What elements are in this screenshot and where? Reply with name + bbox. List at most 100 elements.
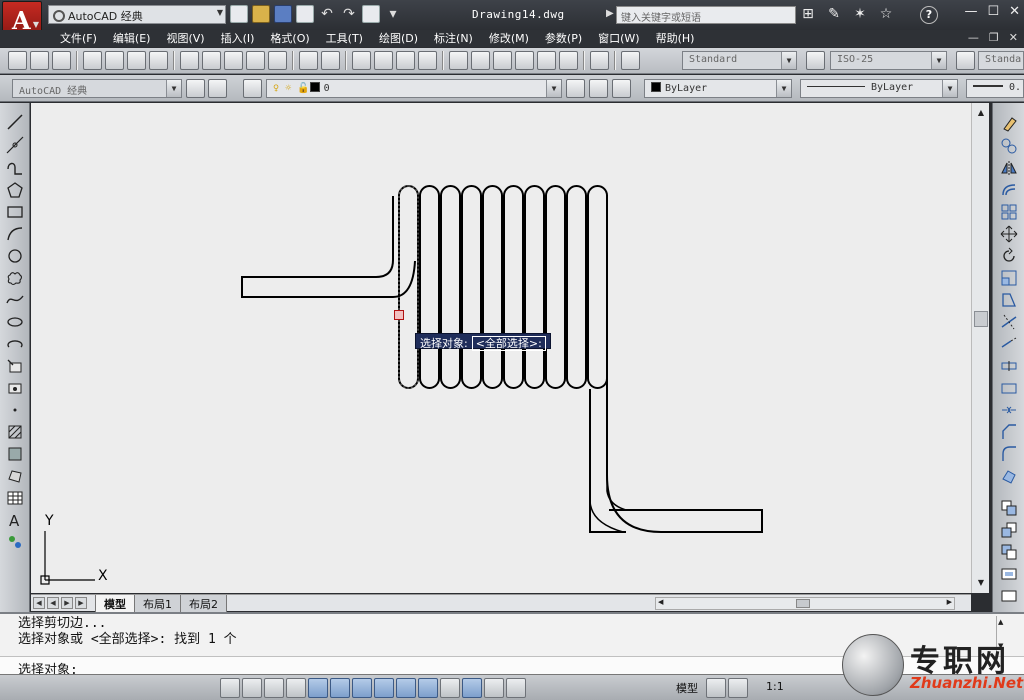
dynamic-ucs-icon[interactable] <box>396 678 416 698</box>
linetype-select[interactable]: ByLayer ▼ <box>800 79 958 98</box>
text-to-front-icon[interactable] <box>1000 587 1018 605</box>
horizontal-scrollbar[interactable]: ◀ ▶ <box>655 597 955 610</box>
menu-help[interactable]: 帮助(H) <box>648 31 703 46</box>
construction-line-icon[interactable] <box>6 136 24 154</box>
paste-icon[interactable] <box>224 51 243 70</box>
scroll-right-icon[interactable]: ▶ <box>947 598 952 606</box>
bring-to-front-icon[interactable] <box>1000 521 1018 539</box>
rectangle-icon[interactable] <box>6 203 24 221</box>
rotate-icon[interactable] <box>1000 247 1018 265</box>
undo-icon[interactable]: ↶ <box>318 5 336 23</box>
minimize-icon[interactable]: — <box>964 4 977 19</box>
arc-icon[interactable] <box>6 225 24 243</box>
chevron-right-icon[interactable]: ▶ <box>606 8 614 19</box>
workspace-combo[interactable]: AutoCAD 经典 ▼ <box>12 79 182 98</box>
multiline-text-icon[interactable]: A <box>6 511 24 530</box>
plot-icon[interactable] <box>362 5 380 23</box>
properties-icon[interactable] <box>449 51 468 70</box>
print-icon[interactable] <box>83 51 102 70</box>
open-icon[interactable] <box>30 51 49 70</box>
fillet-icon[interactable] <box>1000 445 1018 463</box>
layer-previous-icon[interactable] <box>589 79 608 98</box>
vertical-scrollbar[interactable]: ▲ ▼ <box>971 103 989 593</box>
selection-cycling-icon[interactable] <box>506 678 526 698</box>
minimize-icon[interactable]: — <box>968 31 979 44</box>
transparency-icon[interactable] <box>462 678 482 698</box>
lineweight-select[interactable]: 0. <box>966 79 1024 98</box>
redo-icon[interactable] <box>321 51 340 70</box>
markup-icon[interactable] <box>537 51 556 70</box>
workspace-settings-icon[interactable] <box>186 79 205 98</box>
binoculars-icon[interactable]: ⊞ <box>800 5 816 23</box>
new-icon[interactable] <box>8 51 27 70</box>
new-file-icon[interactable] <box>230 5 248 23</box>
copy-icon[interactable] <box>202 51 221 70</box>
annotation-scale[interactable]: 1:1 <box>766 680 784 693</box>
publish-icon[interactable] <box>127 51 146 70</box>
scroll-down-icon[interactable]: ▼ <box>974 577 988 589</box>
star-icon[interactable]: ☆ <box>878 5 894 23</box>
redo-icon[interactable]: ↷ <box>340 5 358 23</box>
model-space-label[interactable]: 模型 <box>676 680 698 696</box>
menu-format[interactable]: 格式(O) <box>262 31 317 46</box>
region-icon[interactable] <box>6 467 24 485</box>
menu-modify[interactable]: 修改(M) <box>481 31 537 46</box>
3d-object-snap-icon[interactable] <box>352 678 372 698</box>
search-input[interactable]: 键入关键字或短语 <box>616 6 796 24</box>
polyline-icon[interactable] <box>6 159 24 177</box>
trim-icon[interactable] <box>1000 313 1018 331</box>
draw-order-icon[interactable] <box>1000 499 1018 517</box>
restore-icon[interactable]: ❐ <box>989 31 999 44</box>
dynamic-input-icon[interactable] <box>418 678 438 698</box>
polar-tracking-icon[interactable] <box>308 678 328 698</box>
satellite-icon[interactable]: ✶ <box>852 5 868 23</box>
close-icon[interactable]: ✕ <box>1009 31 1018 44</box>
tool-palettes-icon[interactable] <box>493 51 512 70</box>
zoom-realtime-icon[interactable] <box>374 51 393 70</box>
scroll-up-icon[interactable]: ▲ <box>974 107 988 119</box>
next-tab-icon[interactable]: ▶ <box>61 597 73 609</box>
help-icon[interactable] <box>590 51 609 70</box>
make-current-layer-icon[interactable] <box>566 79 585 98</box>
zoom-window-icon[interactable] <box>396 51 415 70</box>
stretch-icon[interactable] <box>1000 291 1018 309</box>
text-style-icon[interactable] <box>621 51 640 70</box>
menu-view[interactable]: 视图(V) <box>158 31 212 46</box>
scroll-up-icon[interactable]: ▲ <box>998 618 1003 626</box>
cut-icon[interactable] <box>180 51 199 70</box>
pan-icon[interactable] <box>352 51 371 70</box>
save-icon[interactable] <box>52 51 71 70</box>
snap-mode-icon[interactable] <box>242 678 262 698</box>
table-icon[interactable] <box>6 489 24 507</box>
quick-view-drawings-icon[interactable] <box>728 678 748 698</box>
menu-edit[interactable]: 编辑(E) <box>105 31 159 46</box>
zoom-previous-icon[interactable] <box>418 51 437 70</box>
dimension-style-select[interactable]: ISO-25 ▼ <box>830 51 947 70</box>
customize-icon[interactable] <box>208 79 227 98</box>
copy-object-icon[interactable] <box>1000 137 1018 155</box>
scroll-thumb[interactable] <box>974 311 988 327</box>
ellipse-arc-icon[interactable] <box>6 335 24 353</box>
object-snap-icon[interactable] <box>330 678 350 698</box>
undo-icon[interactable] <box>299 51 318 70</box>
ortho-mode-icon[interactable] <box>286 678 306 698</box>
make-block-icon[interactable] <box>6 379 24 397</box>
last-tab-icon[interactable]: ▶ <box>75 597 87 609</box>
wrench-icon[interactable]: ✎ <box>826 5 842 23</box>
explode-icon[interactable] <box>1000 467 1018 485</box>
grid-display-icon[interactable] <box>264 678 284 698</box>
move-icon[interactable] <box>1000 225 1018 243</box>
design-center-icon[interactable] <box>471 51 490 70</box>
chevron-down-icon[interactable]: ▾ <box>384 5 402 23</box>
tooltip-option[interactable]: <全部选择>: <box>471 336 546 351</box>
lineweight-icon[interactable] <box>440 678 460 698</box>
gradient-icon[interactable] <box>6 445 24 463</box>
text-style-select[interactable]: Standard ▼ <box>682 51 797 70</box>
spline-icon[interactable] <box>6 291 24 309</box>
menu-draw[interactable]: 绘图(D) <box>371 31 426 46</box>
print-preview-icon[interactable] <box>105 51 124 70</box>
extend-icon[interactable] <box>1000 335 1018 353</box>
menu-window[interactable]: 窗口(W) <box>590 31 647 46</box>
layer-select[interactable]: ♀ ☼ 🔓 0 ▼ <box>266 79 562 98</box>
break-icon[interactable] <box>1000 379 1018 397</box>
